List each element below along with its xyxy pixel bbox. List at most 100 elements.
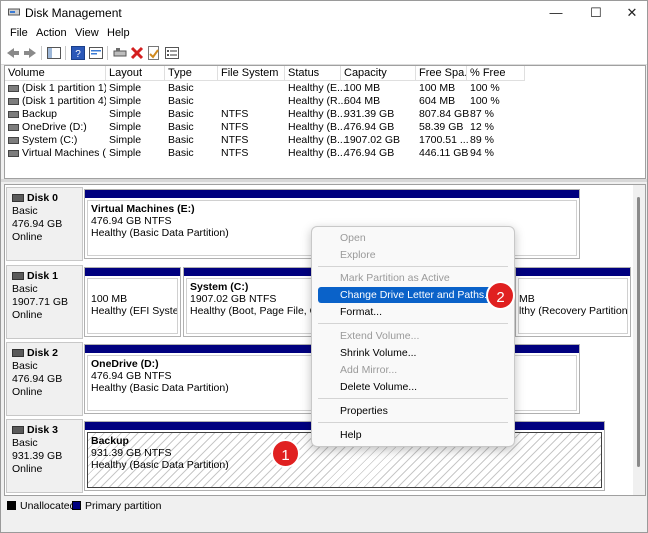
cell-free-space: 807.84 GB xyxy=(419,108,470,120)
disk-management-icon xyxy=(8,8,20,16)
cell-percent-free: 87 % xyxy=(470,108,494,120)
cell-layout: Simple xyxy=(109,95,142,107)
toolbar: ? xyxy=(1,42,647,65)
column-header-status[interactable]: Status xyxy=(285,66,341,81)
menu-item-properties[interactable]: Properties xyxy=(318,403,508,419)
partition-status: lthy (Recovery Partition) xyxy=(519,305,628,317)
primary-partition-bar xyxy=(85,268,180,276)
scrollbar-thumb[interactable] xyxy=(637,197,640,467)
partition-body: MB lthy (Recovery Partition) xyxy=(518,278,628,334)
table-row[interactable]: OneDrive (D:) Simple Basic NTFS Healthy … xyxy=(5,121,645,134)
menu-item-delete-volume[interactable]: Delete Volume... xyxy=(318,379,508,395)
menu-file[interactable]: File xyxy=(10,27,28,39)
cell-status: Healthy (B... xyxy=(288,121,346,133)
callout-1: 1 xyxy=(271,439,300,468)
disk-2-state: Online xyxy=(12,386,43,398)
menu-action[interactable]: Action xyxy=(36,27,67,39)
menu-separator xyxy=(318,266,508,267)
partition-size: 931.39 GB NTFS xyxy=(91,447,172,459)
legend: Unallocated Primary partition xyxy=(4,498,644,514)
cell-free-space: 100 MB xyxy=(419,82,456,94)
disk-2-label[interactable]: Disk 2 Basic 476.94 GB Online xyxy=(6,342,83,416)
disk-3-type: Basic xyxy=(12,437,38,449)
cell-type: Basic xyxy=(168,121,194,133)
disk-1-label[interactable]: Disk 1 Basic 1907.71 GB Online xyxy=(6,265,83,339)
volume-icon xyxy=(8,84,19,92)
menu-item-change-drive-letter[interactable]: Change Drive Letter and Paths... xyxy=(318,287,508,303)
pane-splitter[interactable] xyxy=(1,179,647,182)
list-icon[interactable] xyxy=(164,45,180,61)
delete-icon[interactable] xyxy=(129,45,145,61)
table-row[interactable]: (Disk 1 partition 1) Simple Basic Health… xyxy=(5,82,645,95)
column-header-free-space[interactable]: Free Spa... xyxy=(416,66,467,81)
context-menu: Open Explore Mark Partition as Active Ch… xyxy=(311,226,515,447)
cell-type: Basic xyxy=(168,147,194,159)
menu-bar: File Action View Help xyxy=(1,25,647,42)
minimize-button[interactable]: — xyxy=(536,1,576,25)
help-icon[interactable]: ? xyxy=(70,45,86,61)
column-header-percent-free[interactable]: % Free xyxy=(467,66,525,81)
forward-icon[interactable] xyxy=(22,45,38,61)
cell-file-system: NTFS xyxy=(221,147,249,159)
cell-capacity: 476.94 GB xyxy=(344,121,395,133)
properties-icon[interactable] xyxy=(88,45,104,61)
disk-0-type: Basic xyxy=(12,205,38,217)
column-header-type[interactable]: Type xyxy=(165,66,218,81)
cell-volume-text: Virtual Machines (... xyxy=(22,147,106,159)
disk-0-label[interactable]: Disk 0 Basic 476.94 GB Online xyxy=(6,187,83,261)
vertical-scrollbar[interactable] xyxy=(633,185,645,495)
disk-2-size: 476.94 GB xyxy=(12,373,63,385)
cell-layout: Simple xyxy=(109,134,142,146)
column-header-file-system[interactable]: File System xyxy=(218,66,285,81)
menu-item-extend-volume: Extend Volume... xyxy=(340,330,420,342)
cell-volume-text: (Disk 1 partition 1) xyxy=(22,82,106,94)
table-row[interactable]: Backup Simple Basic NTFS Healthy (B... 9… xyxy=(5,108,645,121)
menu-view[interactable]: View xyxy=(75,27,99,39)
console-tree-icon[interactable] xyxy=(46,45,62,61)
toolbar-separator xyxy=(107,46,108,60)
menu-help[interactable]: Help xyxy=(107,27,130,39)
back-icon[interactable] xyxy=(5,45,21,61)
disk-1-state: Online xyxy=(12,309,43,321)
disk-2-type: Basic xyxy=(12,360,38,372)
partition-efi-system[interactable]: 100 MB Healthy (EFI System P xyxy=(84,267,181,337)
column-header-capacity[interactable]: Capacity xyxy=(341,66,416,81)
cell-type: Basic xyxy=(168,134,194,146)
menu-item-shrink-volume[interactable]: Shrink Volume... xyxy=(318,345,508,361)
cell-percent-free: 100 % xyxy=(470,82,500,94)
cell-volume-text: Backup xyxy=(22,108,58,120)
cell-layout: Simple xyxy=(109,121,142,133)
table-row[interactable]: (Disk 1 partition 4) Simple Basic Health… xyxy=(5,95,645,108)
table-row[interactable]: System (C:) Simple Basic NTFS Healthy (B… xyxy=(5,134,645,147)
volume-icon xyxy=(8,136,19,144)
column-header-layout[interactable]: Layout xyxy=(106,66,165,81)
check-icon[interactable] xyxy=(146,45,162,61)
menu-item-help[interactable]: Help xyxy=(318,427,508,443)
cell-free-space: 446.11 GB xyxy=(419,147,469,159)
primary-partition-swatch xyxy=(72,501,81,510)
cell-status: Healthy (B... xyxy=(288,147,346,159)
cell-capacity: 604 MB xyxy=(344,95,381,107)
connect-icon[interactable] xyxy=(112,45,128,61)
disk-3-name: Disk 3 xyxy=(27,424,58,436)
table-row[interactable]: Virtual Machines (... Simple Basic NTFS … xyxy=(5,147,645,160)
disk-3-label[interactable]: Disk 3 Basic 931.39 GB Online xyxy=(6,419,83,493)
disk-0-name: Disk 0 xyxy=(27,192,58,204)
cell-volume-text: OneDrive (D:) xyxy=(22,121,87,133)
disk-3-state: Online xyxy=(12,463,43,475)
toolbar-separator xyxy=(41,46,42,60)
toolbar-separator xyxy=(65,46,66,60)
close-button[interactable]: ✕ xyxy=(612,1,648,25)
partition-status: Healthy (EFI System P xyxy=(91,305,178,317)
menu-item-format[interactable]: Format... xyxy=(318,304,508,320)
volume-list: Volume Layout Type File System Status Ca… xyxy=(4,65,646,179)
disk-icon xyxy=(12,349,24,358)
cell-file-system: NTFS xyxy=(221,108,249,120)
partition-recovery[interactable]: MB lthy (Recovery Partition) xyxy=(515,267,631,337)
partition-size: MB xyxy=(519,293,535,305)
column-header-volume[interactable]: Volume xyxy=(5,66,106,81)
disk-2-name: Disk 2 xyxy=(27,347,58,359)
cell-free-space: 58.39 GB xyxy=(419,121,464,133)
maximize-button[interactable]: ☐ xyxy=(576,1,616,25)
cell-free-space: 604 MB xyxy=(419,95,456,107)
